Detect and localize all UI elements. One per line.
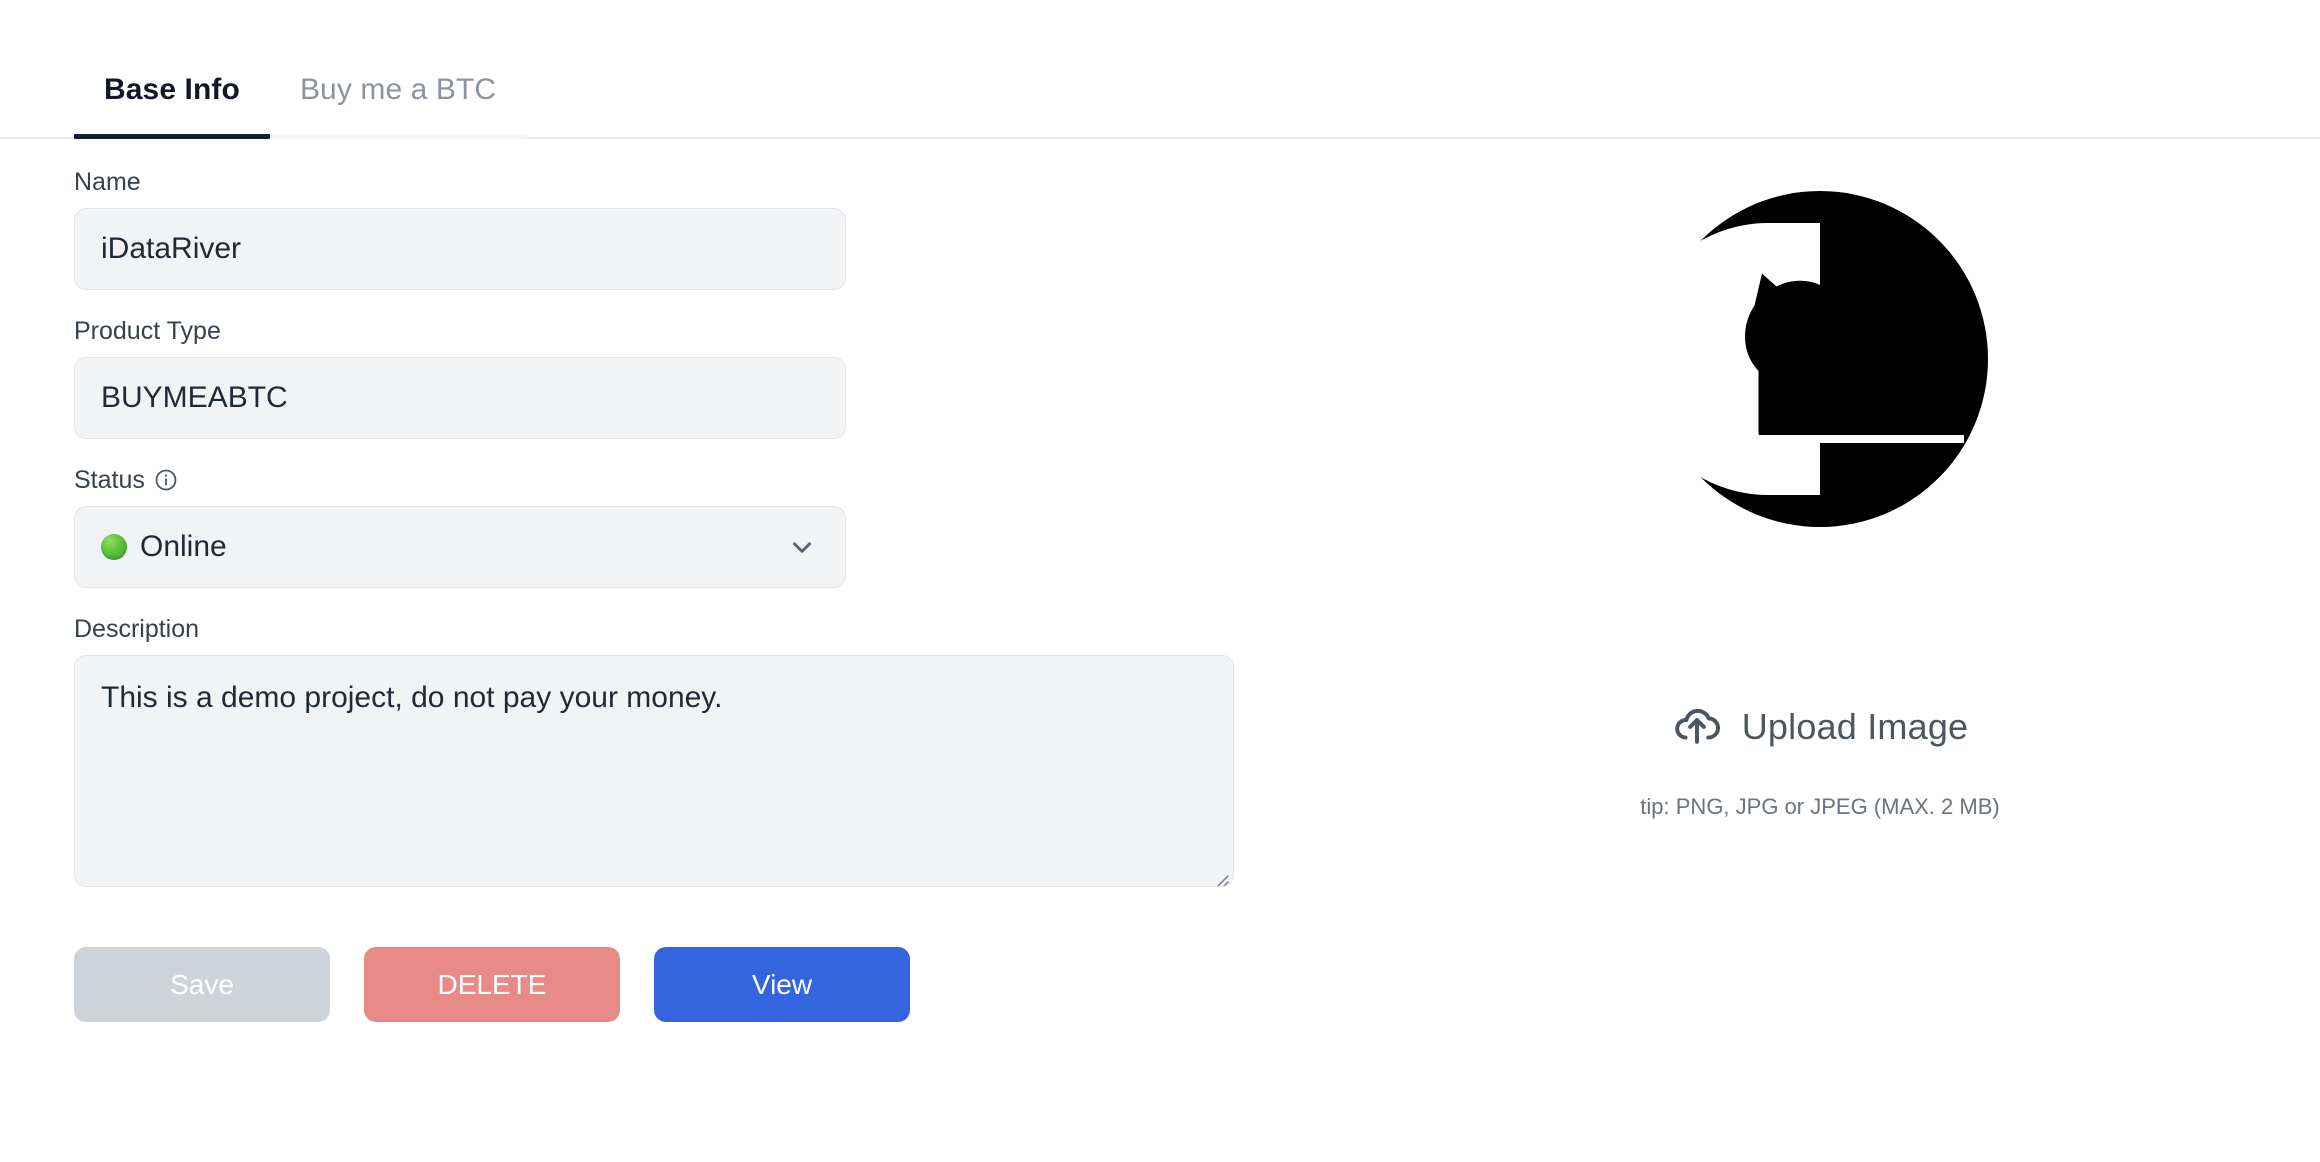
field-product-type: Product Type BUYMEABTC [74,316,1320,439]
action-button-row: Save DELETE View [74,947,1320,1022]
cloud-upload-icon [1672,699,1722,754]
chevron-down-icon[interactable] [787,532,817,562]
product-type-input[interactable]: BUYMEABTC [74,357,846,439]
status-select-text: Online [140,530,227,563]
content-area: Name iDataRiver Product Type BUYMEABTC S… [0,139,2320,1022]
product-logo [1650,189,1990,529]
description-textarea[interactable]: This is a demo project, do not pay your … [74,655,1234,887]
media-column: Upload Image tip: PNG, JPG or JPEG (MAX.… [1320,139,2320,1022]
description-textarea-value: This is a demo project, do not pay your … [101,681,723,714]
field-status: Status Online [74,465,1320,588]
tab-buy-me-a-btc[interactable]: Buy me a BTC [269,73,527,139]
product-type-label: Product Type [74,317,221,345]
status-select-value: Online [101,530,227,564]
upload-image-button[interactable]: Upload Image [1672,699,1969,754]
status-online-dot [101,534,127,560]
field-description: Description This is a demo project, do n… [74,614,1320,887]
tab-base-info-label: Base Info [104,73,240,106]
status-label-row: Status [74,465,1320,495]
view-button[interactable]: View [654,947,910,1022]
resize-handle-icon[interactable] [1208,861,1230,886]
tab-buy-me-a-btc-label: Buy me a BTC [299,73,497,106]
name-label: Name [74,168,141,196]
status-label: Status [74,466,145,494]
tab-bar: Base Info Buy me a BTC [0,0,2320,139]
field-name: Name iDataRiver [74,167,1320,290]
upload-tip-text: tip: PNG, JPG or JPEG (MAX. 2 MB) [1640,794,2000,819]
cat-in-circle-logo-icon [1650,191,1988,527]
upload-image-label: Upload Image [1741,705,1969,747]
info-circle-icon[interactable] [154,468,178,492]
save-button[interactable]: Save [74,947,330,1022]
description-label: Description [74,615,200,643]
name-input[interactable]: iDataRiver [74,208,846,290]
form-column: Name iDataRiver Product Type BUYMEABTC S… [0,139,1320,1022]
tab-base-info[interactable]: Base Info [74,73,270,139]
delete-button[interactable]: DELETE [364,947,620,1022]
status-select[interactable]: Online [74,506,846,588]
